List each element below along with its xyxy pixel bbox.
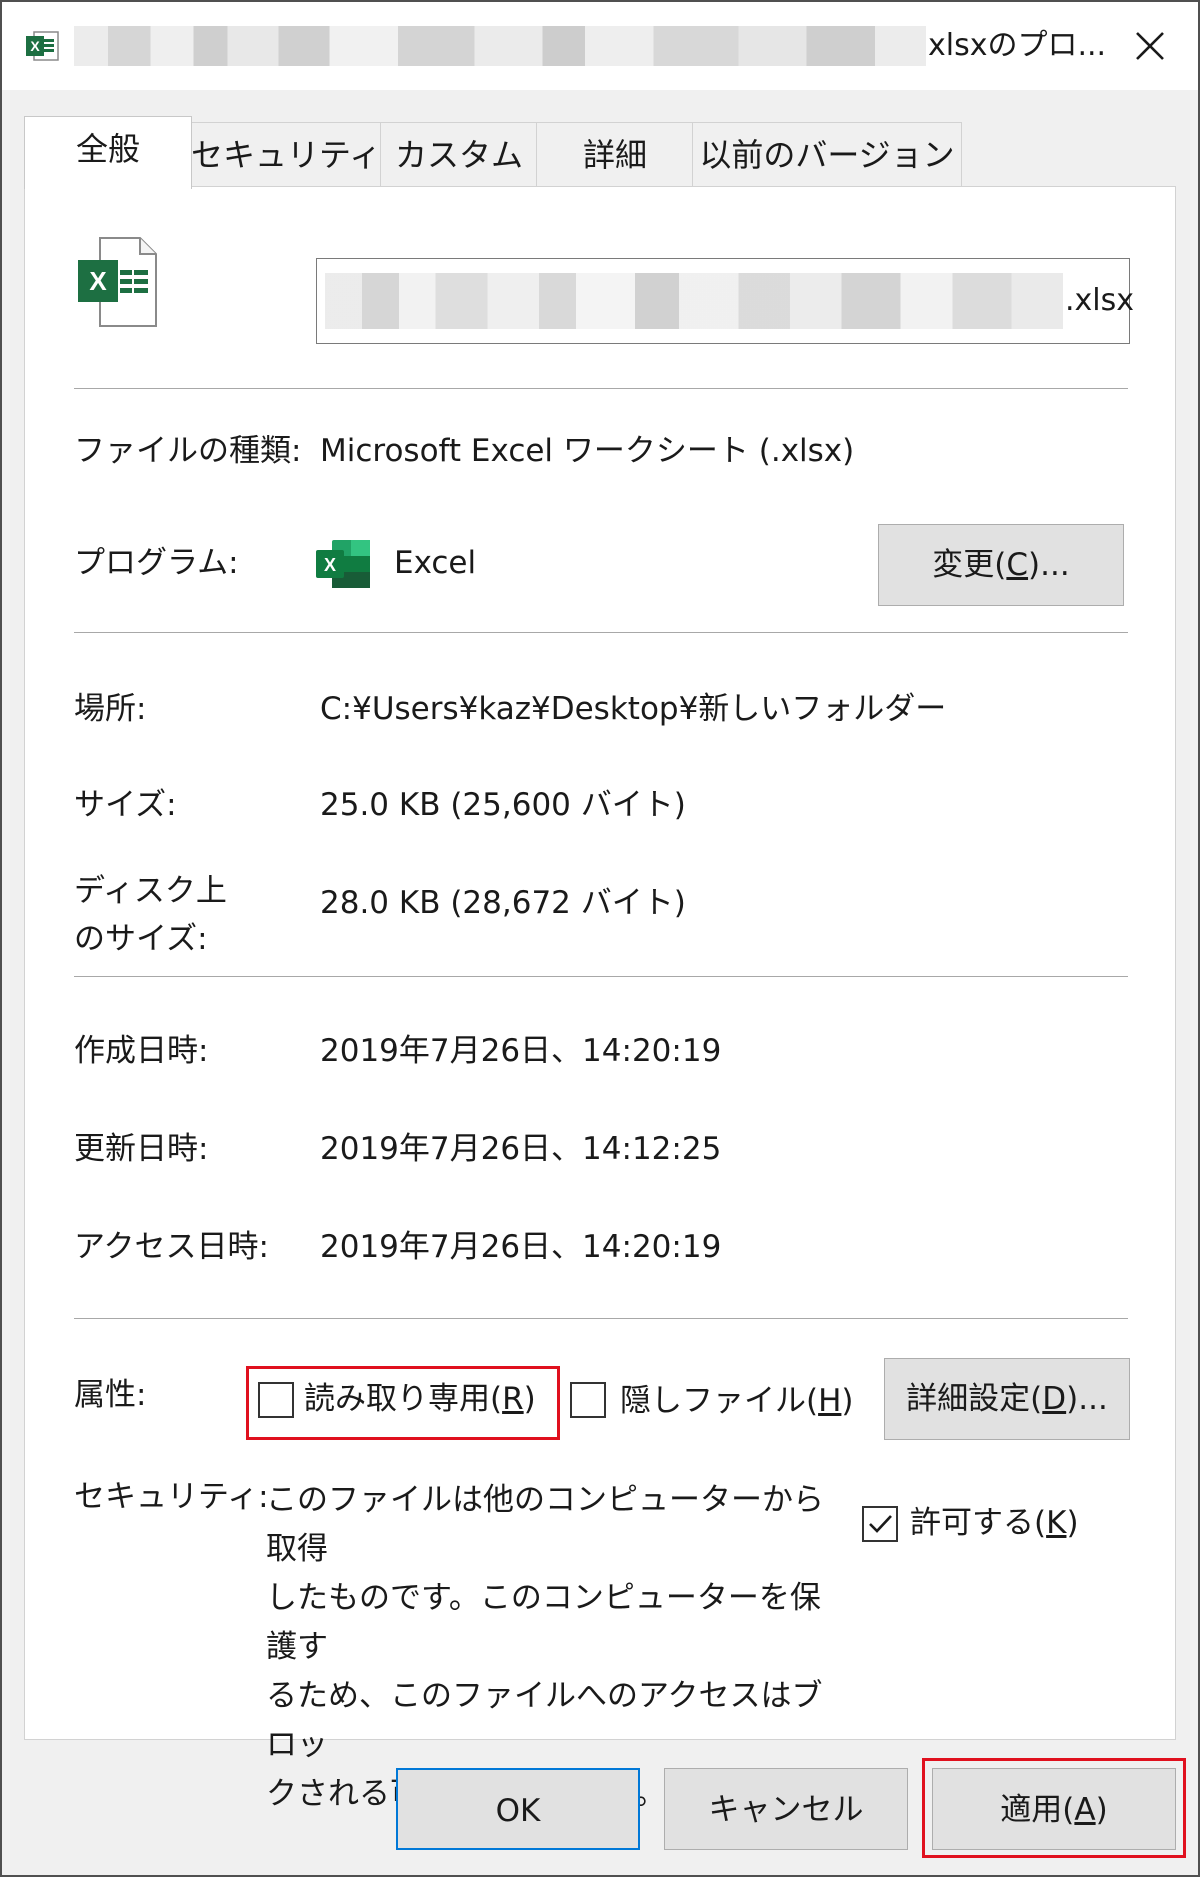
excel-file-icon: X xyxy=(78,237,157,327)
window-title: xlsxのプロ... xyxy=(928,28,1107,63)
change-program-button[interactable]: 変更(C)... xyxy=(878,524,1124,606)
size-value: 25.0 KB (25,600 バイト) xyxy=(320,787,686,823)
disk-size-value: 28.0 KB (28,672 バイト) xyxy=(320,885,686,921)
hidden-checkbox[interactable] xyxy=(570,1382,606,1418)
change-button-accesskey: C xyxy=(1006,547,1029,583)
excel-icon: X xyxy=(26,31,59,61)
apply-button[interactable]: 適用(A) xyxy=(932,1768,1176,1850)
security-line: したものです。このコンピューターを保護す xyxy=(266,1580,821,1665)
accessed-value: 2019年7月26日、14:20:19 xyxy=(320,1229,722,1265)
allow-accesskey: K xyxy=(1046,1505,1067,1541)
title-bar: X xlsxのプロ... xyxy=(2,2,1198,90)
tab-previous-versions[interactable]: 以前のバージョン xyxy=(692,122,962,187)
advanced-button-accesskey: D xyxy=(1042,1381,1067,1417)
advanced-button-label: 詳細設定( xyxy=(906,1381,1043,1417)
readonly-label-end: ) xyxy=(523,1381,536,1417)
readonly-accesskey: R xyxy=(502,1381,524,1417)
divider xyxy=(74,388,1128,389)
divider xyxy=(74,1318,1128,1319)
apply-accesskey: A xyxy=(1074,1792,1096,1828)
readonly-label-text: 読み取り専用( xyxy=(304,1381,503,1417)
location-value: C:¥Users¥kaz¥Desktop¥新しいフォルダー xyxy=(320,691,947,727)
size-label: サイズ: xyxy=(74,787,177,823)
ok-button[interactable]: OK xyxy=(396,1768,640,1850)
apply-button-label: 適用( xyxy=(1000,1792,1075,1828)
svg-text:X: X xyxy=(30,38,40,54)
hidden-accesskey: H xyxy=(818,1383,842,1419)
disk-size-label-line2: のサイズ: xyxy=(74,921,208,957)
file-type-label: ファイルの種類: xyxy=(74,433,302,469)
hidden-label-text: 隠しファイル( xyxy=(620,1383,819,1419)
location-label: 場所: xyxy=(74,691,147,727)
disk-size-label-line1: ディスク上 xyxy=(74,873,227,909)
svg-text:X: X xyxy=(324,555,336,575)
close-icon xyxy=(1136,32,1164,60)
created-value: 2019年7月26日、14:20:19 xyxy=(320,1033,722,1069)
security-label: セキュリティ: xyxy=(74,1479,269,1515)
program-label: プログラム: xyxy=(74,545,239,581)
title-filename-redacted xyxy=(74,26,926,66)
allow-label-text: 許可する( xyxy=(910,1505,1047,1541)
allow-label[interactable]: 許可する(K) xyxy=(910,1502,1079,1544)
tab-details[interactable]: 詳細 xyxy=(536,122,694,187)
svg-text:X: X xyxy=(89,266,107,296)
attributes-label: 属性: xyxy=(74,1377,147,1413)
security-line: るため、このファイルへのアクセスはブロッ xyxy=(266,1678,823,1763)
tab-security[interactable]: セキュリティ xyxy=(190,122,382,187)
filename-extension: .xlsx xyxy=(1065,283,1135,318)
tab-custom[interactable]: カスタム xyxy=(380,122,538,187)
checkmark-icon xyxy=(869,1515,892,1533)
allow-label-end: ) xyxy=(1066,1505,1079,1541)
divider xyxy=(74,976,1128,977)
hidden-label[interactable]: 隠しファイル(H) xyxy=(620,1380,854,1422)
properties-dialog: X xlsxのプロ... 全般 セキュリティ カスタム 詳細 以前のバージョン … xyxy=(0,0,1200,1877)
readonly-label[interactable]: 読み取り専用(R) xyxy=(304,1378,536,1420)
security-line: このファイルは他のコンピューターから取得 xyxy=(266,1482,824,1567)
hidden-label-end: ) xyxy=(841,1383,854,1419)
change-button-label-end: )... xyxy=(1028,547,1070,583)
modified-value: 2019年7月26日、14:12:25 xyxy=(320,1131,722,1167)
allow-checkbox[interactable] xyxy=(862,1506,898,1542)
readonly-checkbox[interactable] xyxy=(258,1382,294,1418)
apply-button-label-end: ) xyxy=(1095,1792,1108,1828)
advanced-button-label-end: )... xyxy=(1066,1381,1108,1417)
divider xyxy=(74,632,1128,633)
modified-label: 更新日時: xyxy=(74,1131,209,1167)
advanced-attributes-button[interactable]: 詳細設定(D)... xyxy=(884,1358,1130,1440)
cancel-button[interactable]: キャンセル xyxy=(664,1768,908,1850)
accessed-label: アクセス日時: xyxy=(74,1229,269,1265)
program-value: Excel xyxy=(394,545,477,581)
excel-app-icon: X xyxy=(316,540,370,588)
change-button-label: 変更( xyxy=(932,547,1007,583)
file-type-value: Microsoft Excel ワークシート (.xlsx) xyxy=(320,433,855,469)
tab-general[interactable]: 全般 xyxy=(24,116,192,189)
close-button[interactable] xyxy=(1122,20,1178,72)
created-label: 作成日時: xyxy=(74,1033,209,1069)
filename-field[interactable]: .xlsx xyxy=(316,258,1134,344)
filename-redacted xyxy=(325,273,1063,329)
